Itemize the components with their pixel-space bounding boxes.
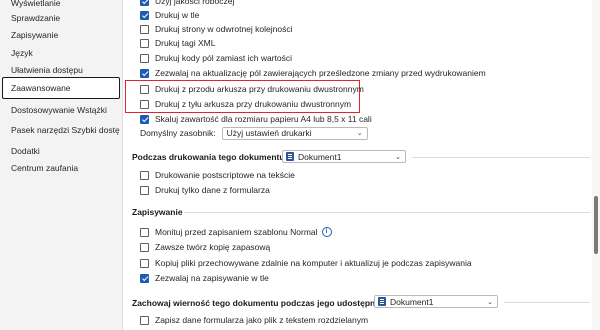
option-print-form-data-only[interactable]: Drukuj tylko dane z formularza bbox=[140, 183, 270, 197]
word-document-icon bbox=[378, 297, 386, 306]
option-update-tracked-fields[interactable]: Zezwalaj na aktualizację pól zawierający… bbox=[140, 66, 486, 80]
chevron-down-icon: ⌄ bbox=[487, 298, 493, 306]
default-source-dropdown[interactable]: Użyj ustawień drukarki ⌄ bbox=[221, 126, 368, 140]
option-print-background[interactable]: Drukuj w tle bbox=[140, 8, 199, 22]
save-section-title: Zapisywanie bbox=[132, 207, 183, 217]
option-row[interactable]: Użyj jakości roboczej bbox=[140, 0, 234, 8]
option-label: Zezwalaj na aktualizację pól zawierający… bbox=[155, 68, 486, 78]
print-document-dropdown[interactable]: Dokument1 ⌄ bbox=[282, 150, 406, 163]
option-copy-remote-files[interactable]: Kopiuj pliki przechowywane zdalnie na ko… bbox=[140, 256, 472, 270]
option-label: Drukuj z przodu arkusza przy drukowaniu … bbox=[155, 84, 364, 94]
option-label: Drukuj tagi XML bbox=[155, 38, 216, 48]
checkbox[interactable] bbox=[140, 84, 149, 94]
option-scale-paper[interactable]: Skaluj zawartość dla rozmiaru papieru A4… bbox=[140, 112, 372, 126]
sidebar-item-quick-access-toolbar[interactable]: Pasek narzędzi Szybki dostęp bbox=[0, 121, 120, 139]
option-label: Drukowanie postscriptowe na tekście bbox=[155, 170, 295, 180]
options-sidebar: Wyświetlanie Sprawdzanie Zapisywanie Jęz… bbox=[0, 0, 123, 330]
sidebar-item-addins[interactable]: Dodatki bbox=[0, 142, 120, 160]
checkbox[interactable] bbox=[140, 53, 149, 63]
option-label: Monituj przed zapisaniem szablonu Normal bbox=[155, 227, 318, 237]
option-label: Kopiuj pliki przechowywane zdalnie na ko… bbox=[155, 258, 472, 268]
option-label: Drukuj tylko dane z formularza bbox=[155, 185, 270, 195]
fidelity-section-title: Zachowaj wierność tego dokumentu podczas… bbox=[132, 298, 398, 308]
option-print-reverse-order[interactable]: Drukuj strony w odwrotnej kolejności bbox=[140, 22, 292, 36]
default-source-row: Domyślny zasobnik: Użyj ustawień drukark… bbox=[140, 126, 368, 140]
default-source-value: Użyj ustawień drukarki bbox=[226, 128, 312, 138]
option-label: Drukuj kody pól zamiast ich wartości bbox=[155, 53, 292, 63]
option-label: Skaluj zawartość dla rozmiaru papieru A4… bbox=[155, 114, 372, 124]
option-save-form-data-csv[interactable]: Zapisz dane formularza jako plik z tekst… bbox=[140, 313, 368, 327]
chevron-down-icon: ⌄ bbox=[356, 130, 363, 137]
checkbox[interactable] bbox=[140, 227, 149, 237]
checkbox[interactable] bbox=[140, 68, 149, 78]
checkbox[interactable] bbox=[140, 10, 149, 20]
advanced-options-panel: Użyj jakości roboczej Drukuj w tle Druku… bbox=[122, 0, 600, 330]
info-icon[interactable]: i bbox=[321, 227, 332, 237]
print-document-value: Dokument1 bbox=[298, 151, 342, 162]
sidebar-item-advanced[interactable]: Zaawansowane bbox=[2, 77, 120, 99]
sidebar-item-customize-ribbon[interactable]: Dostosowywanie Wstążki bbox=[0, 101, 120, 119]
checkbox[interactable] bbox=[140, 0, 149, 6]
checkbox[interactable] bbox=[140, 114, 149, 124]
option-background-save[interactable]: Zezwalaj na zapisywanie w tle bbox=[140, 271, 269, 285]
checkbox[interactable] bbox=[140, 258, 149, 268]
section-divider bbox=[184, 212, 590, 213]
fidelity-document-dropdown[interactable]: Dokument1 ⌄ bbox=[374, 295, 498, 308]
word-document-icon bbox=[286, 152, 294, 161]
section-divider bbox=[504, 302, 590, 303]
vertical-scrollbar[interactable] bbox=[592, 0, 600, 330]
checkbox[interactable] bbox=[140, 315, 149, 325]
option-always-backup[interactable]: Zawsze twórz kopię zapasową bbox=[140, 240, 270, 254]
option-label: Drukuj strony w odwrotnej kolejności bbox=[155, 24, 293, 34]
option-postscript-over-text[interactable]: Drukowanie postscriptowe na tekście bbox=[140, 168, 295, 182]
option-label: Drukuj w tle bbox=[155, 10, 200, 20]
checkbox[interactable] bbox=[140, 38, 149, 48]
sidebar-item-proofing[interactable]: Sprawdzanie bbox=[0, 9, 120, 27]
option-label: Zezwalaj na zapisywanie w tle bbox=[155, 273, 269, 283]
checkbox[interactable] bbox=[140, 273, 149, 283]
option-print-back-duplex[interactable]: Drukuj z tyłu arkusza przy drukowaniu dw… bbox=[140, 97, 351, 111]
default-source-label: Domyślny zasobnik: bbox=[140, 128, 216, 138]
option-label: Użyj jakości roboczej bbox=[155, 0, 235, 6]
option-print-front-duplex[interactable]: Drukuj z przodu arkusza przy drukowaniu … bbox=[140, 82, 364, 96]
option-print-xml-tags[interactable]: Drukuj tagi XML bbox=[140, 36, 215, 50]
option-print-field-codes[interactable]: Drukuj kody pól zamiast ich wartości bbox=[140, 51, 292, 65]
option-label: Drukuj z tyłu arkusza przy drukowaniu dw… bbox=[155, 99, 352, 109]
option-prompt-save-normal[interactable]: Monituj przed zapisaniem szablonu Normal… bbox=[140, 225, 332, 239]
option-label: Zawsze twórz kopię zapasową bbox=[155, 242, 271, 252]
scrollbar-thumb[interactable] bbox=[594, 196, 598, 254]
fidelity-document-value: Dokument1 bbox=[390, 296, 434, 307]
checkbox[interactable] bbox=[140, 185, 149, 195]
sidebar-item-language[interactable]: Język bbox=[0, 44, 120, 62]
checkbox[interactable] bbox=[140, 24, 149, 34]
checkbox[interactable] bbox=[140, 99, 149, 109]
sidebar-item-trust-center[interactable]: Centrum zaufania bbox=[0, 159, 120, 177]
chevron-down-icon: ⌄ bbox=[395, 153, 401, 161]
checkbox[interactable] bbox=[140, 170, 149, 180]
checkbox[interactable] bbox=[140, 242, 149, 252]
option-label: Zapisz dane formularza jako plik z tekst… bbox=[155, 315, 369, 325]
sidebar-item-save[interactable]: Zapisywanie bbox=[0, 26, 120, 44]
section-divider bbox=[412, 157, 590, 158]
print-document-section-title: Podczas drukowania tego dokumentu: bbox=[132, 152, 288, 162]
